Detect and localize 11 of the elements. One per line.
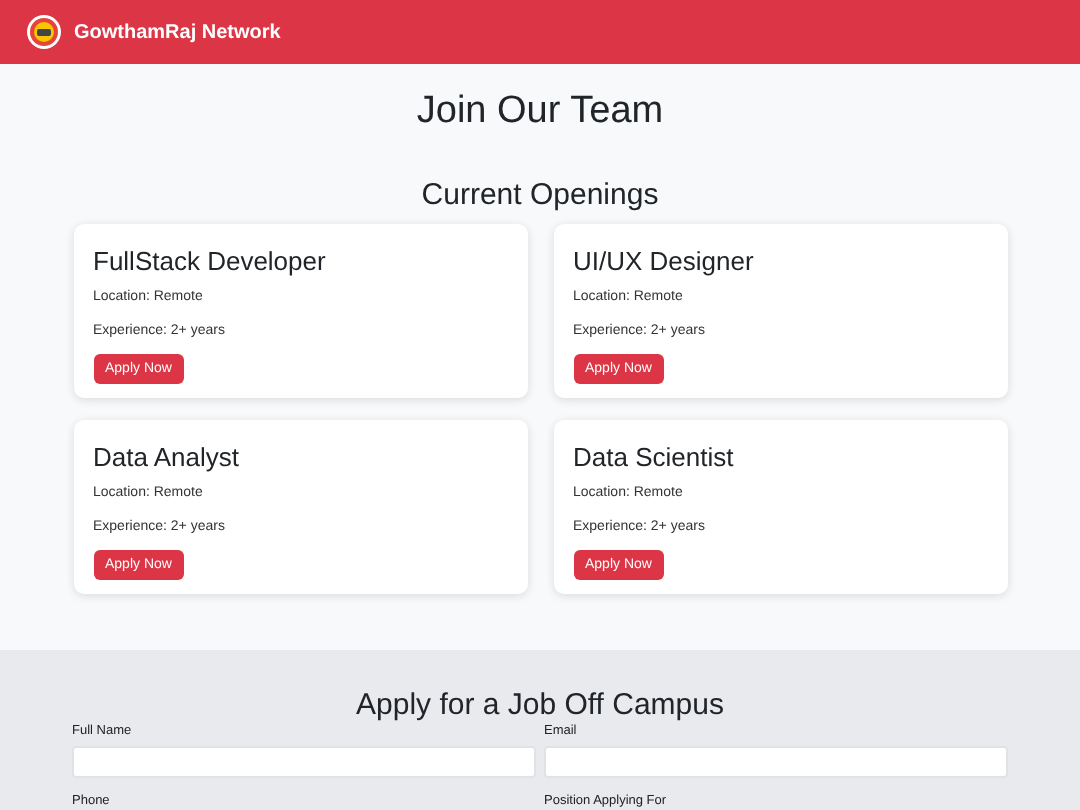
section-title: Current Openings (421, 178, 659, 214)
logo-icon (26, 14, 62, 50)
input-field[interactable] (72, 746, 536, 778)
form-title: Apply for a Job Off Campus (356, 688, 724, 724)
input-field[interactable] (544, 746, 1008, 778)
job-title: FullStack Developer (93, 246, 326, 276)
job-title: UI/UX Designer (573, 246, 754, 276)
page-title: Join Our Team (416, 90, 664, 134)
job-title: Data Scientist (573, 442, 734, 472)
brand-name[interactable]: GowthamRaj Network (74, 21, 281, 43)
job-title: Data Analyst (93, 442, 239, 472)
